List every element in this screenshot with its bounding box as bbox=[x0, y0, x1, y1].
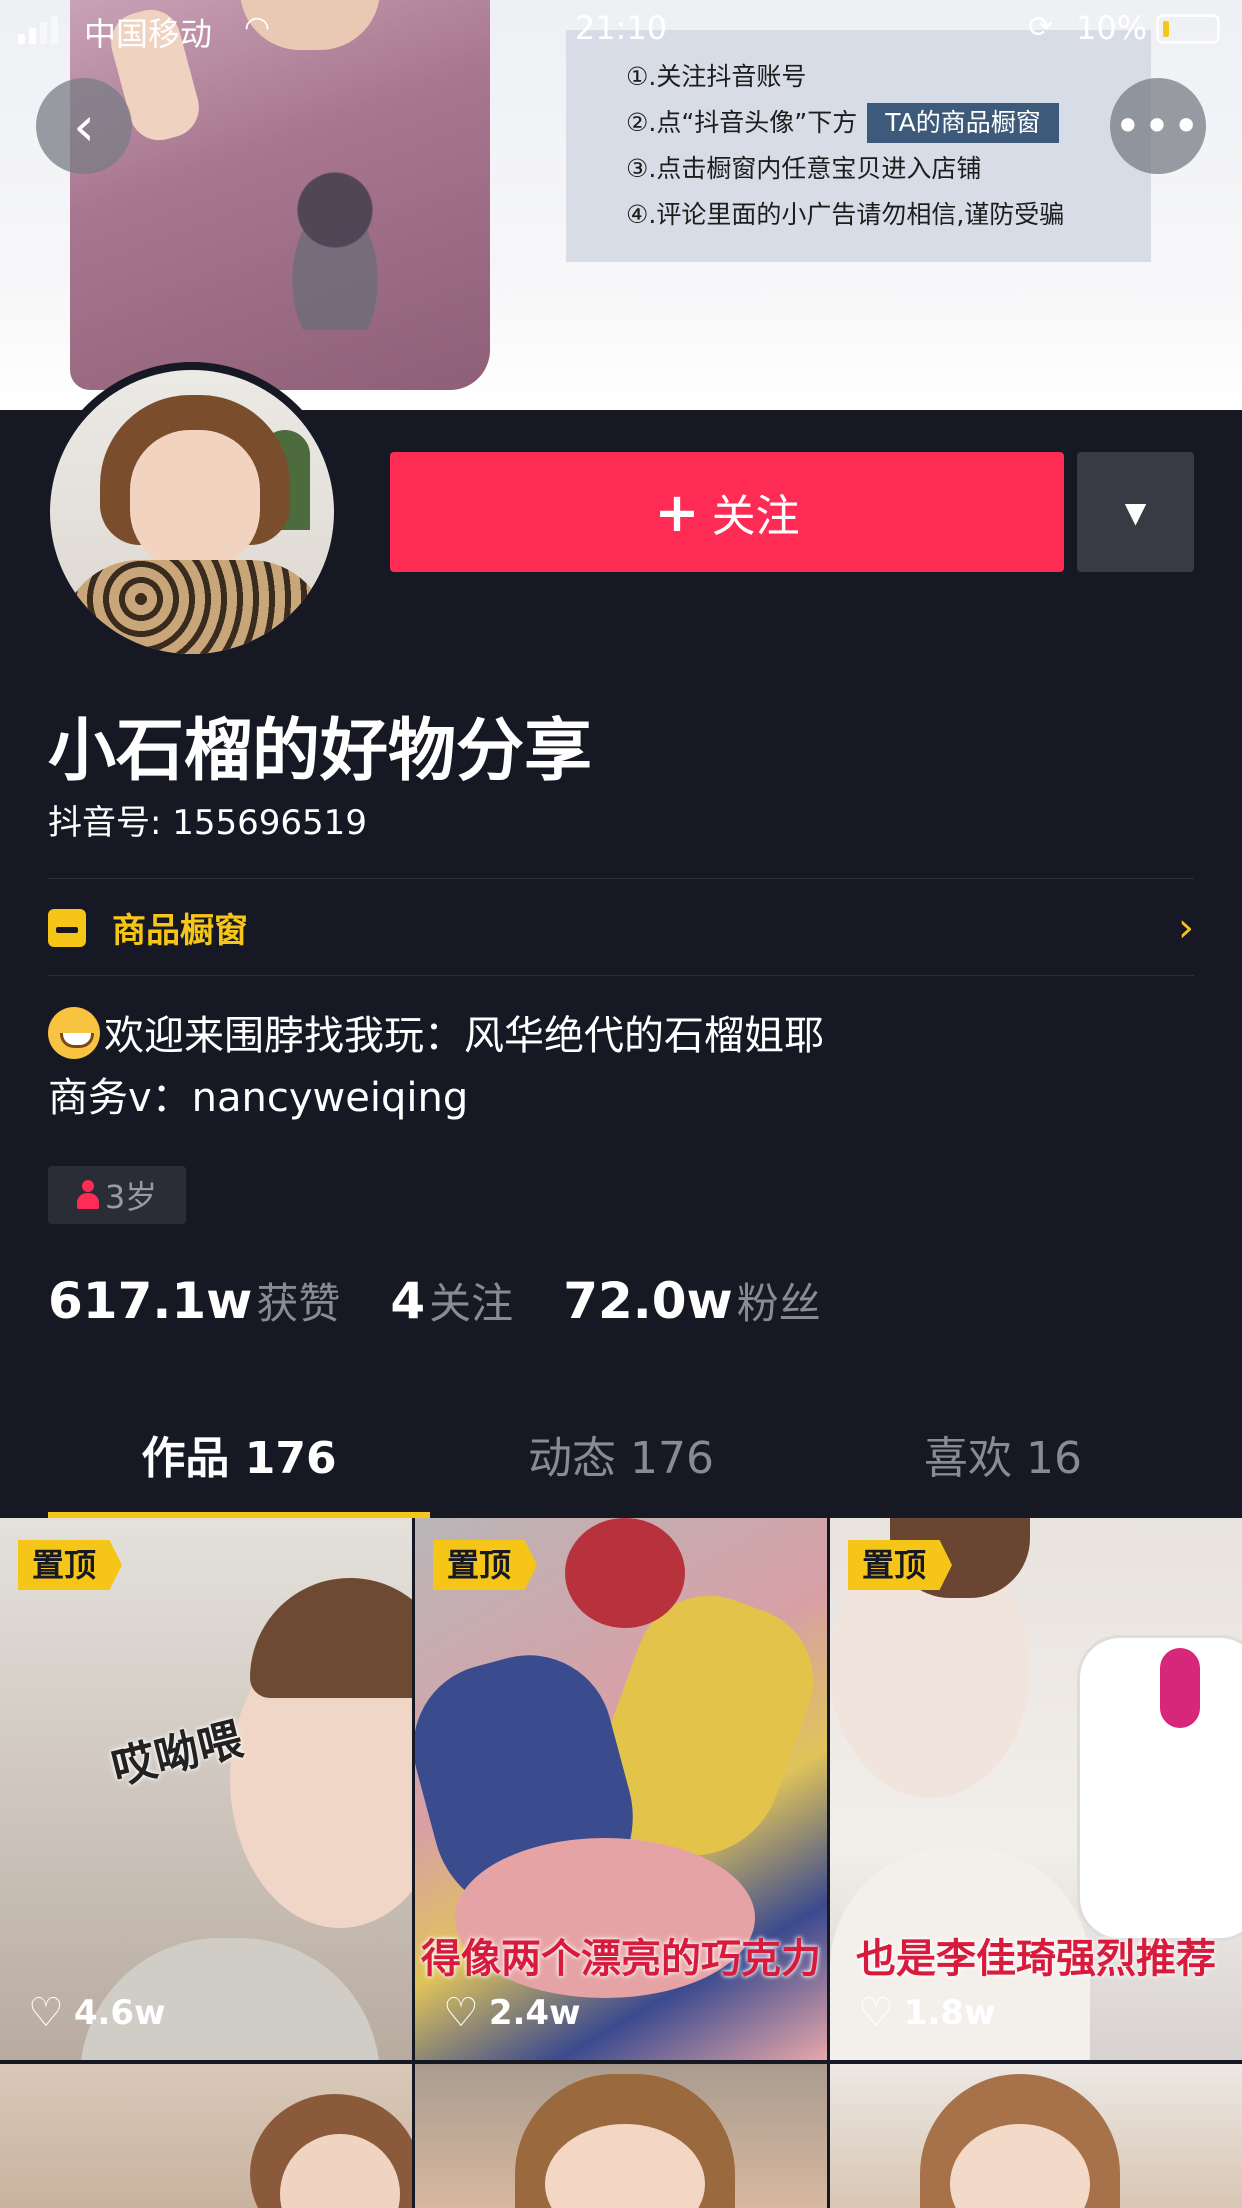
rotation-lock-icon: ⟳ bbox=[1028, 10, 1054, 45]
banner-note-3: ③.点击橱窗内任意宝贝进入店铺 bbox=[626, 154, 982, 183]
banner-chip: TA的商品橱窗 bbox=[867, 103, 1059, 143]
battery-percent: 10% bbox=[1076, 9, 1148, 47]
pinned-badge: 置顶 bbox=[18, 1540, 123, 1590]
profile-tabs: 作品 176 动态 176 喜欢 16 bbox=[48, 1400, 1194, 1518]
banner-note-1: ①.关注抖音账号 bbox=[626, 62, 807, 91]
follow-label: 关注 bbox=[711, 491, 800, 542]
video-likes: ♡ 4.6w bbox=[28, 1990, 166, 2036]
bio-line-2: 商务v：nancyweiqing bbox=[48, 1075, 469, 1121]
video-grid: 哎呦喂 置顶 ♡ 4.6w 得像两个漂亮的巧克力 置顶 ♡ 2.4w 也是李佳琦强烈… bbox=[0, 1518, 1242, 2208]
shop-icon bbox=[48, 908, 86, 947]
banner-note-4: ④.评论里面的小广告请勿相信,谨防受骗 bbox=[626, 200, 1065, 229]
shop-window-label: 商品橱窗 bbox=[112, 911, 248, 951]
video-thumbnail[interactable] bbox=[0, 2064, 412, 2208]
banner-photo bbox=[70, 0, 490, 390]
more-button[interactable]: ••• bbox=[1110, 78, 1206, 174]
plus-icon: + bbox=[654, 480, 700, 544]
recommend-dropdown-button[interactable]: ▼ bbox=[1077, 452, 1194, 572]
video-thumbnail[interactable]: 得像两个漂亮的巧克力 置顶 ♡ 2.4w bbox=[415, 1518, 827, 2060]
status-bar: 中国移动 ◠ 21:10 ⟳ 10% bbox=[0, 0, 1242, 58]
back-button[interactable]: ‹ bbox=[36, 78, 132, 174]
grin-emoji-icon bbox=[48, 1007, 100, 1059]
video-likes: ♡ 2.4w bbox=[443, 1990, 581, 2036]
divider bbox=[48, 878, 1194, 879]
stat-likes: 617.1w 获赞 bbox=[48, 1272, 341, 1330]
chevron-right-icon: › bbox=[1178, 904, 1194, 951]
video-thumbnail[interactable] bbox=[830, 2064, 1242, 2208]
shop-window-link[interactable]: 商品橱窗 › bbox=[48, 880, 1194, 975]
tab-likes[interactable]: 喜欢 16 bbox=[812, 1400, 1194, 1518]
video-thumbnail[interactable]: 哎呦喂 置顶 ♡ 4.6w bbox=[0, 1518, 412, 2060]
video-thumbnail[interactable]: 也是李佳琦强烈推荐 置顶 ♡ 1.8w bbox=[830, 1518, 1242, 2060]
profile-bio: 欢迎来围脖找我玩：风华绝代的石榴姐耶 商务v：nancyweiqing bbox=[48, 1005, 824, 1129]
heart-icon: ♡ bbox=[443, 1990, 479, 2036]
profile-stats: 617.1w 获赞 4 关注 72.0w 粉丝 bbox=[48, 1270, 871, 1331]
heart-icon: ♡ bbox=[858, 1990, 894, 2036]
video-overlay-text: 哎呦喂 bbox=[106, 1713, 248, 1796]
tab-works[interactable]: 作品 176 bbox=[48, 1400, 430, 1518]
avatar[interactable] bbox=[42, 362, 342, 662]
douyin-id: 抖音号: 155696519 bbox=[48, 803, 367, 843]
video-caption: 得像两个漂亮的巧克力 bbox=[421, 1936, 821, 1982]
profile-nickname: 小石榴的好物分享 bbox=[48, 712, 593, 791]
pinned-badge: 置顶 bbox=[433, 1540, 538, 1590]
stat-followers[interactable]: 72.0w 粉丝 bbox=[563, 1270, 821, 1331]
bio-line-1: 欢迎来围脖找我玩：风华绝代的石榴姐耶 bbox=[48, 1005, 824, 1067]
video-thumbnail[interactable] bbox=[415, 2064, 827, 2208]
female-icon bbox=[76, 1180, 99, 1210]
banner-instructions: ①.关注抖音账号 ②.点“抖音头像”下方 TA的商品橱窗 ③.点击橱窗内任意宝贝进… bbox=[566, 30, 1151, 262]
pinned-badge: 置顶 bbox=[848, 1540, 953, 1590]
avatar-image bbox=[50, 370, 334, 654]
banner-photo-cartoon bbox=[250, 130, 420, 330]
banner-note-2: ②.点“抖音头像”下方 TA的商品橱窗 bbox=[626, 100, 1151, 146]
clock: 21:10 bbox=[574, 9, 668, 47]
video-likes: ♡ 1.8w bbox=[858, 1990, 996, 2036]
age-badge: 3岁 bbox=[48, 1166, 186, 1224]
more-dots-icon: ••• bbox=[1114, 99, 1202, 153]
tab-moments[interactable]: 动态 176 bbox=[430, 1400, 812, 1518]
chevron-left-icon: ‹ bbox=[73, 94, 95, 158]
video-caption: 也是李佳琦强烈推荐 bbox=[856, 1936, 1216, 1982]
triangle-down-icon: ▼ bbox=[1124, 495, 1147, 529]
divider bbox=[48, 975, 1194, 976]
follow-button[interactable]: + 关注 bbox=[390, 452, 1064, 572]
battery-icon bbox=[1156, 14, 1220, 44]
heart-icon: ♡ bbox=[28, 1990, 64, 2036]
stat-following[interactable]: 4 关注 bbox=[390, 1270, 513, 1331]
profile-banner: ①.关注抖音账号 ②.点“抖音头像”下方 TA的商品橱窗 ③.点击橱窗内任意宝贝进… bbox=[0, 0, 1242, 410]
